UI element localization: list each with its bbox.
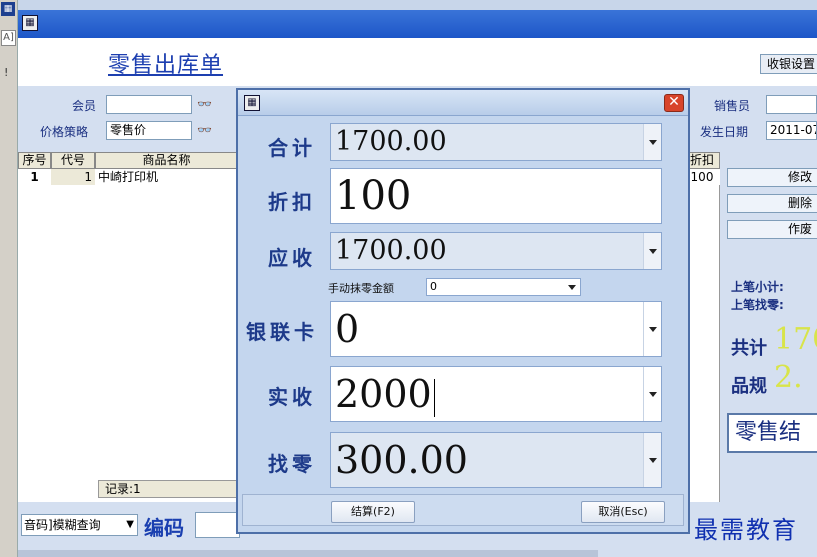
app-icon: ▦ xyxy=(1,2,15,16)
row-code: 1 xyxy=(51,169,95,185)
grid-header-code[interactable]: 代号 xyxy=(51,152,95,169)
chevron-down-icon[interactable] xyxy=(643,433,661,487)
checkout-dialog: ▦ ✕ 合计 1700.00 折扣 100 应收 1700.00 手动抹零金额 … xyxy=(236,88,690,534)
dialog-received-value: 2000 xyxy=(335,372,432,416)
member-search-icon[interactable]: 👓 xyxy=(197,97,212,111)
text-caret xyxy=(433,378,435,417)
items-grid: 序号 代号 商品名称 1 1 中崎打印机 xyxy=(18,152,238,502)
settle-button[interactable]: 结算(F2) xyxy=(331,501,415,523)
price-policy-label: 价格策略 xyxy=(40,125,89,139)
query-mode-value: 音码]模糊查询 xyxy=(24,518,101,532)
query-mode-select[interactable]: 音码]模糊查询 ▼ xyxy=(21,514,138,536)
dialog-total-field[interactable]: 1700.00 xyxy=(330,123,662,161)
cashier-settings-button[interactable]: 收银设置 xyxy=(760,54,817,74)
left-sidebar: ▦ A] ! xyxy=(0,0,18,557)
watermark-text: 最需教育 xyxy=(694,516,798,544)
window-icon: ▦ xyxy=(22,15,38,31)
page-title: 零售出库单 xyxy=(108,53,224,78)
total-value: 170 xyxy=(774,322,817,357)
main-window-titlebar: ▦ xyxy=(18,10,817,38)
dialog-discount-label: 折扣 xyxy=(268,190,316,214)
dialog-discount-field[interactable]: 100 xyxy=(330,168,662,224)
dialog-received-wrap: 2000 xyxy=(335,367,435,421)
chevron-down-icon[interactable] xyxy=(564,279,580,295)
rounding-value: 0 xyxy=(430,280,437,293)
left-mark: ! xyxy=(4,66,9,79)
chevron-down-icon[interactable] xyxy=(643,124,661,160)
dialog-change-label: 找零 xyxy=(268,452,316,476)
last-subtotal-label: 上笔小计: xyxy=(731,280,784,294)
row-name: 中崎打印机 xyxy=(98,170,159,184)
top-strip xyxy=(0,0,817,10)
dialog-total-label: 合计 xyxy=(268,136,316,160)
member-input[interactable] xyxy=(106,95,192,114)
dialog-titlebar: ▦ ✕ xyxy=(238,90,688,116)
bottom-strip xyxy=(18,550,598,557)
chevron-down-icon[interactable] xyxy=(643,367,661,421)
close-icon[interactable]: ✕ xyxy=(664,94,684,112)
dialog-receivable-label: 应收 xyxy=(268,246,316,270)
dialog-icon: ▦ xyxy=(244,95,260,111)
grid-header-name[interactable]: 商品名称 xyxy=(95,152,238,169)
delete-button[interactable]: 删除 xyxy=(727,194,817,213)
chevron-down-icon[interactable] xyxy=(643,233,661,269)
member-label: 会员 xyxy=(72,99,97,113)
date-input[interactable]: 2011-07- xyxy=(766,121,817,140)
dialog-received-label: 实收 xyxy=(268,385,316,409)
dialog-footer: 结算(F2) 取消(Esc) xyxy=(242,494,684,526)
row-seq: 1 xyxy=(30,170,39,184)
dialog-unionpay-value: 0 xyxy=(335,307,360,351)
retail-settle-button[interactable]: 零售结 xyxy=(727,413,817,453)
dialog-total-value: 1700.00 xyxy=(335,126,447,157)
code-label: 编码 xyxy=(144,516,184,540)
rounding-label: 手动抹零金额 xyxy=(328,282,394,295)
price-policy-input[interactable]: 零售价 xyxy=(106,121,192,140)
dialog-receivable-field[interactable]: 1700.00 xyxy=(330,232,662,270)
record-count: 记录:1 xyxy=(98,480,238,498)
price-policy-search-icon[interactable]: 👓 xyxy=(197,123,212,137)
form-header: 零售出库单 收银设置 xyxy=(18,38,817,86)
grid-header-seq[interactable]: 序号 xyxy=(18,152,51,169)
rounding-select[interactable]: 0 xyxy=(426,278,581,296)
left-tag[interactable]: A] xyxy=(1,30,16,46)
dialog-change-field[interactable]: 300.00 xyxy=(330,432,662,488)
chevron-down-icon[interactable] xyxy=(643,302,661,356)
dialog-receivable-value: 1700.00 xyxy=(335,235,447,266)
void-button[interactable]: 作废 xyxy=(727,220,817,239)
modify-button[interactable]: 修改 xyxy=(727,168,817,187)
dialog-unionpay-label: 银联卡 xyxy=(246,320,318,344)
dialog-discount-value: 100 xyxy=(335,173,412,219)
salesperson-input[interactable] xyxy=(766,95,817,114)
cancel-button[interactable]: 取消(Esc) xyxy=(581,501,665,523)
code-input[interactable] xyxy=(195,512,240,538)
date-label: 发生日期 xyxy=(700,125,749,139)
last-change-label: 上笔找零: xyxy=(731,298,784,312)
dialog-change-value: 300.00 xyxy=(335,438,468,482)
dialog-received-field[interactable]: 2000 xyxy=(330,366,662,422)
items-label: 品规 xyxy=(731,376,767,397)
chevron-down-icon: ▼ xyxy=(126,519,134,530)
items-value: 2. xyxy=(774,360,803,395)
dialog-unionpay-field[interactable]: 0 xyxy=(330,301,662,357)
total-label: 共计 xyxy=(731,338,767,359)
salesperson-label: 销售员 xyxy=(714,99,751,113)
